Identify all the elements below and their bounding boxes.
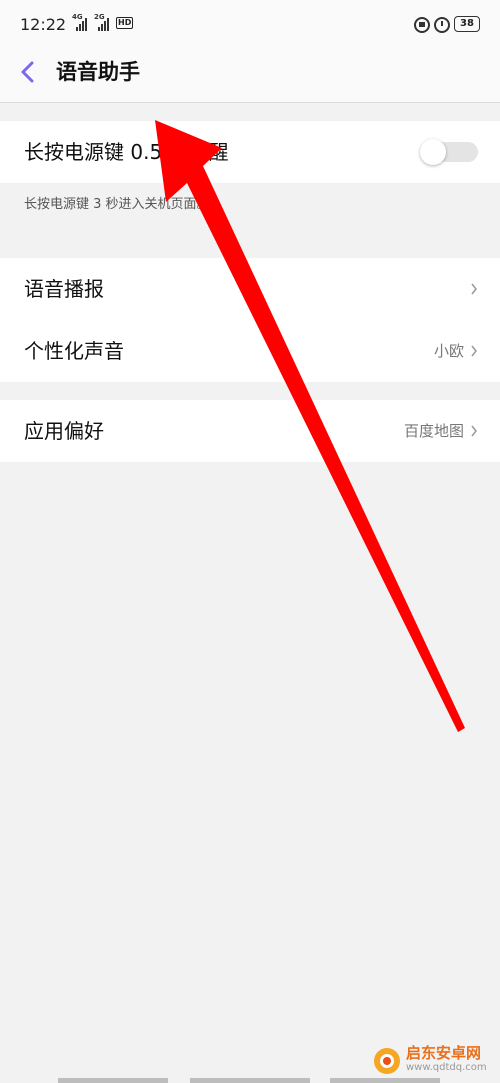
watermark-url: www.qdtdq.com [406,1062,487,1073]
chevron-right-icon [471,425,477,437]
lock-icon [414,17,430,33]
nav-header: 语音助手 [0,50,500,103]
status-bar: 12:22 4G 2G HD 38 [0,0,500,50]
personalized-voice-value: 小欧 [433,342,464,360]
alarm-icon [434,17,450,33]
wake-row[interactable]: 长按电源键 0.5 秒唤醒 [0,121,500,183]
apps-group: 应用偏好 百度地图 [0,400,500,462]
battery-icon: 38 [454,16,480,32]
nav-bar-segment [190,1078,310,1083]
wake-label: 长按电源键 0.5 秒唤醒 [24,140,229,164]
chevron-right-icon [471,283,477,295]
watermark-name: 启东安卓网 [406,1044,482,1062]
app-preference-value: 百度地图 [403,422,464,440]
personalized-voice-label: 个性化声音 [24,339,124,363]
wake-group: 长按电源键 0.5 秒唤醒 [0,121,500,183]
chevron-right-icon [471,345,477,357]
watermark-logo-icon [374,1048,400,1074]
status-time: 12:22 [20,15,67,34]
status-right: 38 [414,15,480,33]
personalized-voice-row[interactable]: 个性化声音 小欧 [0,320,500,382]
voice-broadcast-label: 语音播报 [24,277,104,301]
hd-voice-icon: HD [116,17,134,29]
wake-description: 长按电源键 3 秒进入关机页面。 [24,197,210,212]
signal-strength-icon-2: 2G [94,13,110,31]
nav-bar-segment [58,1078,168,1083]
toggle-knob [420,139,446,165]
voice-group: 语音播报 个性化声音 小欧 [0,258,500,382]
voice-broadcast-row[interactable]: 语音播报 [0,258,500,320]
page-title: 语音助手 [56,60,140,84]
watermark: 启东安卓网 www.qdtdq.com [362,1040,500,1076]
app-preference-label: 应用偏好 [24,419,104,443]
wake-toggle[interactable] [420,139,478,165]
app-preference-row[interactable]: 应用偏好 百度地图 [0,400,500,462]
chevron-left-icon[interactable] [14,58,42,86]
nav-bar-segment [330,1078,440,1083]
signal-strength-icon: 4G [72,13,88,31]
